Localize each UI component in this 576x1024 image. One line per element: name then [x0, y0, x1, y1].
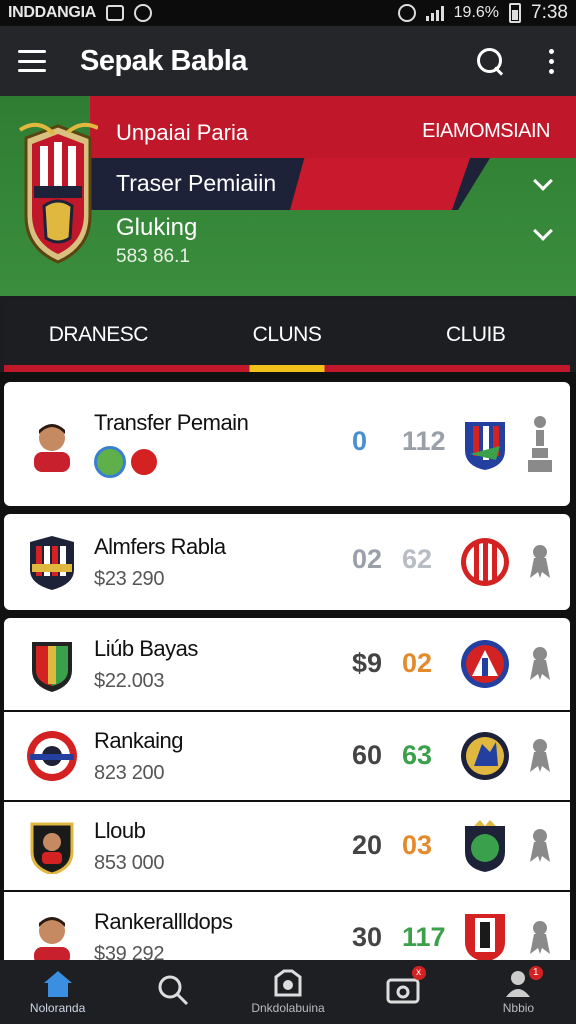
list-item-price: 853 000: [94, 851, 165, 874]
hero-banner: Unpaiai Paria EIAMOMSIAIN Traser Pemiaii…: [0, 96, 576, 296]
list-item-price: $39 292: [94, 942, 165, 961]
list-item[interactable]: Transfer Pemain 0 112: [4, 382, 570, 506]
clock: 7:38: [531, 2, 568, 23]
list-item-price: 823 200: [94, 761, 165, 784]
list-item[interactable]: Almfers Rabla $23 290 02 62: [4, 514, 570, 610]
search-icon: [158, 975, 188, 1006]
list-item[interactable]: Lloub 853 000 20 03: [4, 802, 570, 890]
carrier-label: INDDANGIA: [8, 4, 96, 21]
list-item[interactable]: Rankaing 823 200 60 63: [4, 712, 570, 800]
award-icon[interactable]: [528, 542, 552, 582]
club-badge-icon: [465, 422, 505, 470]
list-item-price: $22.003: [94, 669, 165, 692]
sync-icon: [133, 4, 152, 22]
club-badge-icon: [461, 538, 509, 586]
stat-primary: 0: [352, 426, 368, 456]
club-badge-icon: [94, 446, 126, 478]
nav-camera[interactable]: Dnkdolabuina: [230, 960, 345, 1024]
chevron-down-icon[interactable]: [533, 171, 553, 191]
club-crest-icon: [18, 122, 98, 264]
battery-icon: [509, 3, 522, 23]
stat-secondary: 03: [402, 830, 433, 860]
club-list: Transfer Pemain 0 112 Almfers Rabla $23 …: [0, 372, 576, 960]
stat-primary: 30: [352, 922, 383, 952]
list-item[interactable]: Liúb Bayas $22.003 $9 02: [4, 618, 570, 710]
club-badge-icon: [461, 640, 509, 688]
app-bar: Sepak Babla: [0, 26, 576, 96]
club-badge-icon: [461, 732, 509, 780]
list-item-name: Rankerallldops: [94, 908, 233, 934]
club-crest-icon: [32, 642, 72, 692]
list-item-name: Liúb Bayas: [94, 635, 198, 661]
notification-icon: [105, 5, 124, 21]
stat-secondary: 112: [402, 426, 446, 456]
hero-code: 583 86.1: [116, 246, 190, 267]
app-title: Sepak Babla: [80, 44, 247, 77]
notification-badge: 1: [528, 966, 543, 980]
hero-red-accent: [290, 158, 470, 210]
camera-icon: [274, 969, 302, 997]
stat-primary: 02: [352, 544, 383, 574]
tab-cluns[interactable]: CLUNS: [192, 298, 382, 372]
club-crest-icon: [27, 731, 77, 781]
signal-icon: [425, 5, 444, 21]
hero-label: Unpaiai Paria: [116, 120, 249, 145]
battery-percent: 19.6%: [453, 4, 500, 21]
chevron-down-icon[interactable]: [533, 221, 553, 241]
award-icon[interactable]: [528, 918, 552, 958]
nav-home[interactable]: Noloranda: [0, 960, 115, 1024]
list-item-price: $23 290: [94, 567, 165, 590]
list-item[interactable]: Rankerallldops $39 292 30 117: [4, 892, 570, 960]
stat-secondary: 02: [402, 648, 433, 678]
player-avatar-icon: [34, 917, 70, 960]
club-crest-icon: [30, 536, 74, 590]
nav-camera-label: Dnkdolabuina: [251, 1001, 325, 1015]
stat-secondary: 117: [402, 922, 446, 952]
list-item-name: Transfer Pemain: [94, 410, 249, 435]
club-crest-icon: [30, 822, 74, 874]
tab-bar: DRANESC CLUNS CLUIB: [4, 298, 570, 372]
trophy-icon[interactable]: [528, 414, 552, 474]
award-icon[interactable]: [528, 736, 552, 776]
mini-badges: [94, 446, 334, 478]
club-badge-icon: [465, 914, 505, 960]
search-icon[interactable]: [475, 46, 505, 76]
menu-icon[interactable]: [18, 50, 46, 72]
list-item-name: Rankaing: [94, 727, 183, 753]
nav-home-label: Noloranda: [29, 1001, 86, 1015]
award-icon[interactable]: [528, 826, 552, 866]
club-badge-icon: [128, 446, 160, 478]
nav-profile-label: Nbbio: [502, 1001, 535, 1015]
hero-gluing-title: Gluking: [116, 214, 198, 241]
stat-primary: $9: [352, 648, 383, 678]
player-avatar-icon: [34, 424, 70, 472]
hero-value: EIAMOMSIAIN: [422, 120, 550, 142]
list-item-name: Almfers Rabla: [94, 533, 226, 559]
stat-primary: 20: [352, 830, 383, 860]
ticket-icon: [386, 978, 420, 1004]
status-bar: INDDANGIA 19.6% 7:38: [0, 0, 576, 26]
nav-profile[interactable]: 1 Nbbio: [461, 960, 576, 1024]
list-item-name: Lloub: [94, 817, 146, 843]
notification-badge: x: [411, 966, 426, 980]
stat-primary: 60: [352, 740, 383, 770]
more-options-icon[interactable]: [545, 48, 558, 74]
home-icon: [43, 971, 72, 997]
stat-secondary: 63: [402, 740, 433, 770]
stat-secondary: 62: [402, 544, 433, 574]
award-icon[interactable]: [528, 644, 552, 684]
bottom-nav: Noloranda Dnkdolabuina x 1 Nbbio: [0, 960, 576, 1024]
tab-dranesc[interactable]: DRANESC: [4, 298, 193, 372]
tab-cluib[interactable]: CLUIB: [381, 298, 570, 372]
club-badge-icon: [465, 820, 505, 872]
hero-transfer-title: Traser Pemiaiin: [116, 170, 277, 196]
nav-search[interactable]: [115, 960, 230, 1024]
nav-tickets[interactable]: x: [346, 960, 461, 1024]
alarm-icon: [397, 4, 416, 22]
